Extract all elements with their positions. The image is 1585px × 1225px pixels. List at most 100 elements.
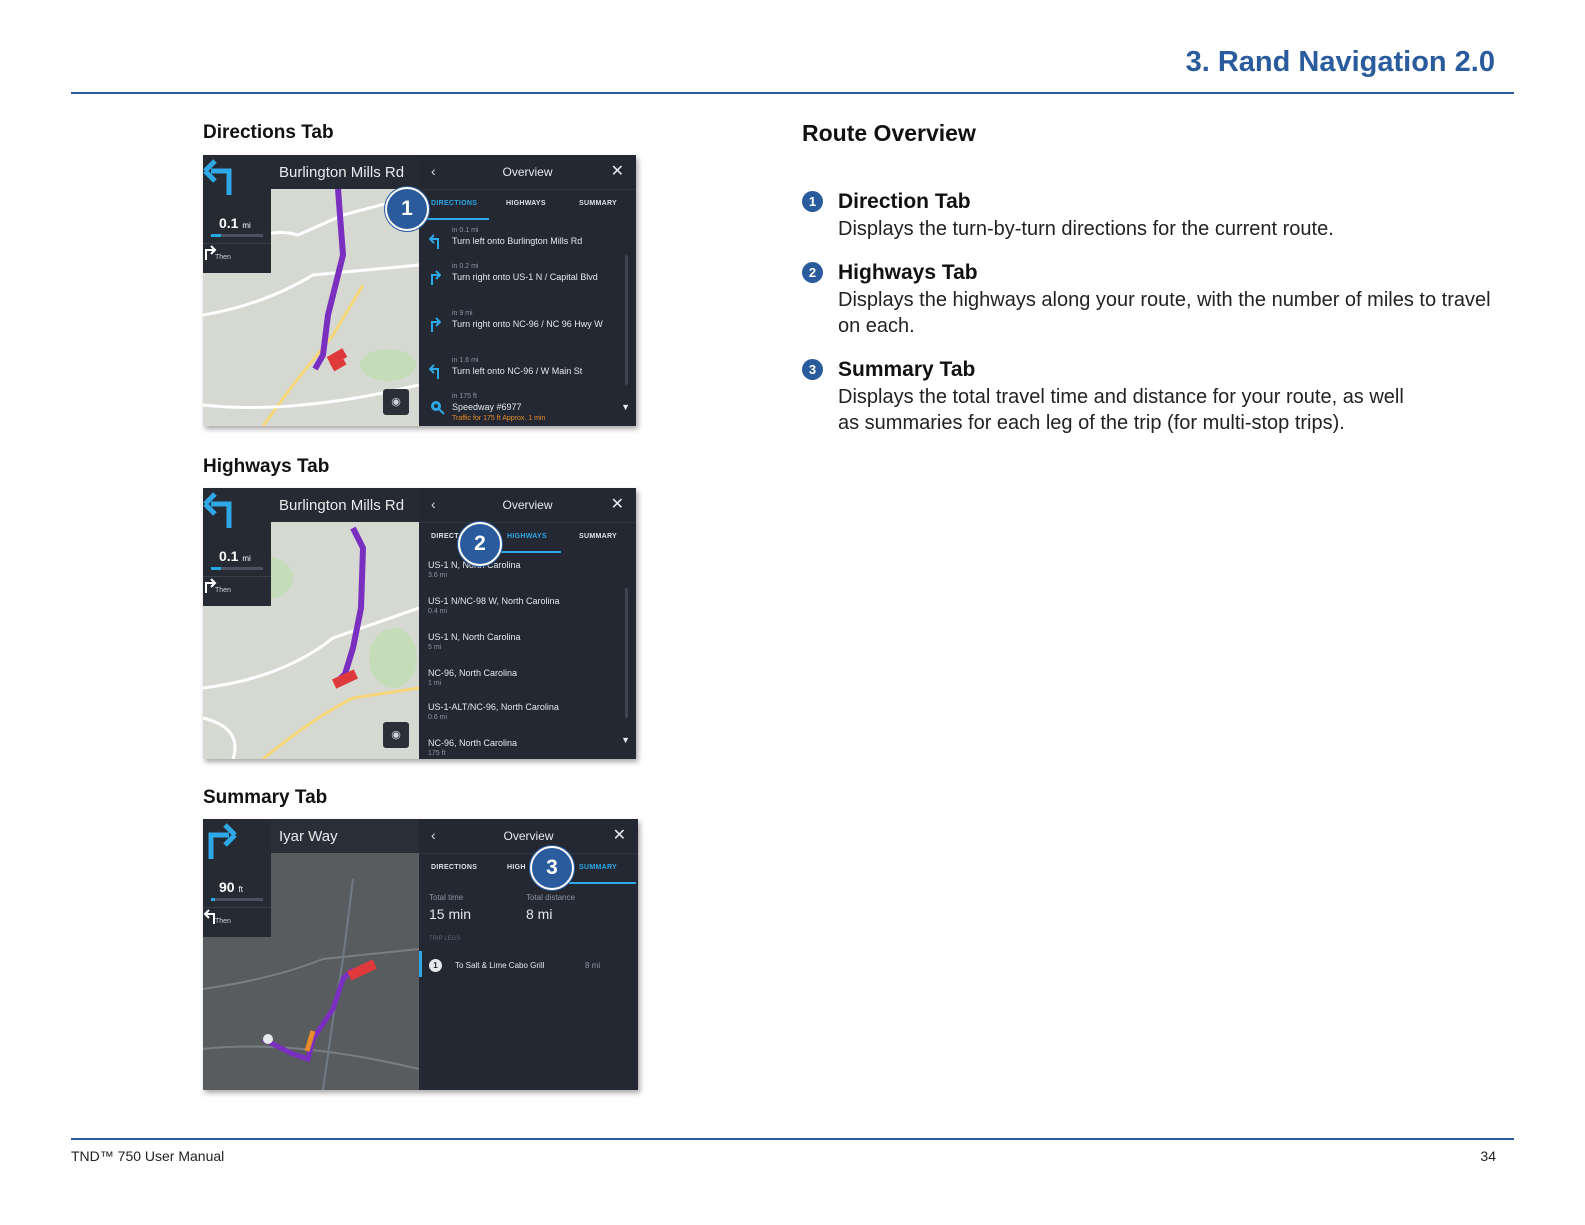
scrollbar[interactable] xyxy=(625,255,628,385)
step-text: Turn right onto US-1 N / Capital Blvd xyxy=(452,272,598,282)
overview-panel: ‹ Overview ✕ DIRECTIONS HIGH SUMMARY Tot… xyxy=(419,819,638,1090)
next-turn-card: 0.1 mi Then xyxy=(203,488,271,606)
highway-row[interactable]: US-1-ALT/NC-96, North Carolina 0.6 mi xyxy=(428,702,622,721)
active-tab-indicator xyxy=(499,551,561,553)
footer-manual-name: TND™ 750 User Manual xyxy=(71,1148,225,1164)
then-row: Then xyxy=(203,576,271,607)
tab-summary[interactable]: SUMMARY xyxy=(579,200,617,207)
highway-name: US-1-ALT/NC-96, North Carolina xyxy=(428,702,559,712)
map-view[interactable]: 0.1 mi Then Burlington Mills Rd ◉ xyxy=(203,155,419,426)
turn-left-icon xyxy=(429,234,439,249)
item-body: Displays the highways along your route, … xyxy=(838,289,1491,337)
tab-highways[interactable]: HIGHWAYS xyxy=(507,533,547,540)
step-text: Turn right onto NC-96 / NC 96 Hwy W xyxy=(452,319,603,329)
leg-miles: 8 mi xyxy=(585,961,601,970)
directions-figure-label: Directions Tab xyxy=(203,122,334,143)
then-row: Then xyxy=(203,243,271,274)
page-number: 34 xyxy=(1480,1148,1496,1164)
direction-step[interactable]: in 9 mi Turn right onto NC-96 / NC 96 Hw… xyxy=(419,310,622,350)
trip-legs-label: TRIP LEGS xyxy=(429,936,461,942)
overview-panel: ‹ Overview ✕ DIRECT HIGHWAYS SUMMARY US-… xyxy=(419,488,636,759)
summary-screenshot: 90 ft Then Iyar Way ‹ Overview ✕ DIRECTI… xyxy=(203,819,638,1090)
direction-step[interactable]: in 0.2 mi Turn right onto US-1 N / Capit… xyxy=(419,263,622,303)
item-body: Displays the total travel time and dista… xyxy=(838,386,1404,434)
step-text: Turn left onto NC-96 / W Main St xyxy=(452,366,583,376)
turn-right-icon xyxy=(208,823,237,859)
panel-header: ‹ Overview ✕ xyxy=(419,819,638,854)
step-distance: in 1.6 mi xyxy=(452,357,479,364)
scrollbar[interactable] xyxy=(625,588,628,718)
current-street: Burlington Mills Rd xyxy=(271,155,419,189)
map-view[interactable]: 0.1 mi Then Burlington Mills Rd ◉ xyxy=(203,488,419,759)
highway-name: US-1 N/NC-98 W, North Carolina xyxy=(428,596,560,606)
locate-button[interactable]: ◉ xyxy=(383,722,409,748)
turn-right-icon xyxy=(431,270,441,285)
direction-step[interactable]: in 0.1 mi Turn left onto Burlington Mill… xyxy=(419,227,622,267)
item-title: Highways Tab xyxy=(838,261,978,284)
panel-title: Overview xyxy=(502,165,553,179)
item-number-badge: 1 xyxy=(802,191,823,212)
highway-row[interactable]: US-1 N, North Carolina 3.6 mi xyxy=(428,560,622,579)
tab-summary[interactable]: SUMMARY xyxy=(579,533,617,540)
crosshair-icon: ◉ xyxy=(391,396,401,408)
callout-3: 3 xyxy=(530,846,574,890)
turn-right-icon xyxy=(205,578,217,593)
header-rule xyxy=(71,92,1514,94)
direction-step[interactable]: in 175 ft Speedway #6977 Traffic for 175… xyxy=(419,393,622,426)
direction-step[interactable]: in 1.6 mi Turn left onto NC-96 / W Main … xyxy=(419,357,622,397)
total-time-value: 15 min xyxy=(429,906,472,922)
footer-rule xyxy=(71,1138,1514,1140)
highway-miles: 5 mi xyxy=(428,644,442,651)
destination-icon xyxy=(431,401,445,415)
summary-figure-label: Summary Tab xyxy=(203,787,328,808)
leg-name[interactable]: To Salt & Lime Cabo Grill xyxy=(455,961,544,970)
tab-highways[interactable]: HIGH xyxy=(507,864,526,871)
scroll-down-icon[interactable]: ▼ xyxy=(621,402,630,412)
highway-row[interactable]: US-1 N/NC-98 W, North Carolina 0.4 mi xyxy=(428,596,622,615)
active-tab-indicator xyxy=(569,882,636,884)
then-row: Then xyxy=(203,907,271,938)
panel-header: ‹ Overview ✕ xyxy=(419,488,636,523)
step-text: Turn left onto Burlington Mills Rd xyxy=(452,236,583,246)
distance-to-turn: 0.1 mi xyxy=(219,548,251,564)
close-icon[interactable]: ✕ xyxy=(611,161,624,181)
callout-1: 1 xyxy=(385,187,429,231)
distance-to-turn: 90 ft xyxy=(219,879,243,895)
locate-button[interactable]: ◉ xyxy=(383,389,409,415)
turn-right-icon xyxy=(431,317,441,332)
highway-name: US-1 N, North Carolina xyxy=(428,560,521,570)
overview-tabs: DIRECT HIGHWAYS SUMMARY xyxy=(419,522,636,554)
panel-header: ‹ Overview ✕ xyxy=(419,155,636,190)
turn-left-icon xyxy=(203,909,215,924)
callout-2: 2 xyxy=(458,522,502,566)
leg-number: 1 xyxy=(429,959,442,972)
tab-directions[interactable]: DIRECTIONS xyxy=(431,200,477,207)
map-view[interactable]: 90 ft Then Iyar Way xyxy=(203,819,419,1090)
close-icon[interactable]: ✕ xyxy=(611,494,624,514)
highway-row[interactable]: US-1 N, North Carolina 5 mi xyxy=(428,632,622,651)
total-time-label: Total time xyxy=(429,893,464,902)
distance-progress-bar xyxy=(211,567,263,570)
overview-tabs: DIRECTIONS HIGH SUMMARY xyxy=(419,853,638,885)
item-title: Direction Tab xyxy=(838,190,971,213)
tab-highways[interactable]: HIGHWAYS xyxy=(506,200,546,207)
highway-row[interactable]: NC-96, North Carolina 175 ft xyxy=(428,738,622,757)
scroll-down-icon[interactable]: ▼ xyxy=(621,735,630,745)
tab-summary[interactable]: SUMMARY xyxy=(579,864,617,871)
item-title: Summary Tab xyxy=(838,358,976,381)
step-distance: in 175 ft xyxy=(452,393,477,400)
step-distance: in 9 mi xyxy=(452,310,473,317)
highway-row[interactable]: NC-96, North Carolina 1 mi xyxy=(428,668,622,687)
step-text: Speedway #6977 xyxy=(452,402,522,412)
then-label: Then xyxy=(215,918,231,925)
step-distance: in 0.1 mi xyxy=(452,227,479,234)
crosshair-icon: ◉ xyxy=(391,729,401,741)
overview-tabs: DIRECTIONS HIGHWAYS SUMMARY xyxy=(419,189,636,221)
turn-left-icon xyxy=(203,492,232,528)
tab-directions[interactable]: DIRECTIONS xyxy=(431,864,477,871)
total-distance-value: 8 mi xyxy=(526,906,553,922)
highways-screenshot: 0.1 mi Then Burlington Mills Rd ◉ ‹ Over… xyxy=(203,488,636,759)
current-street: Iyar Way xyxy=(271,819,419,853)
close-icon[interactable]: ✕ xyxy=(613,825,626,845)
tab-directions[interactable]: DIRECT xyxy=(431,533,459,540)
